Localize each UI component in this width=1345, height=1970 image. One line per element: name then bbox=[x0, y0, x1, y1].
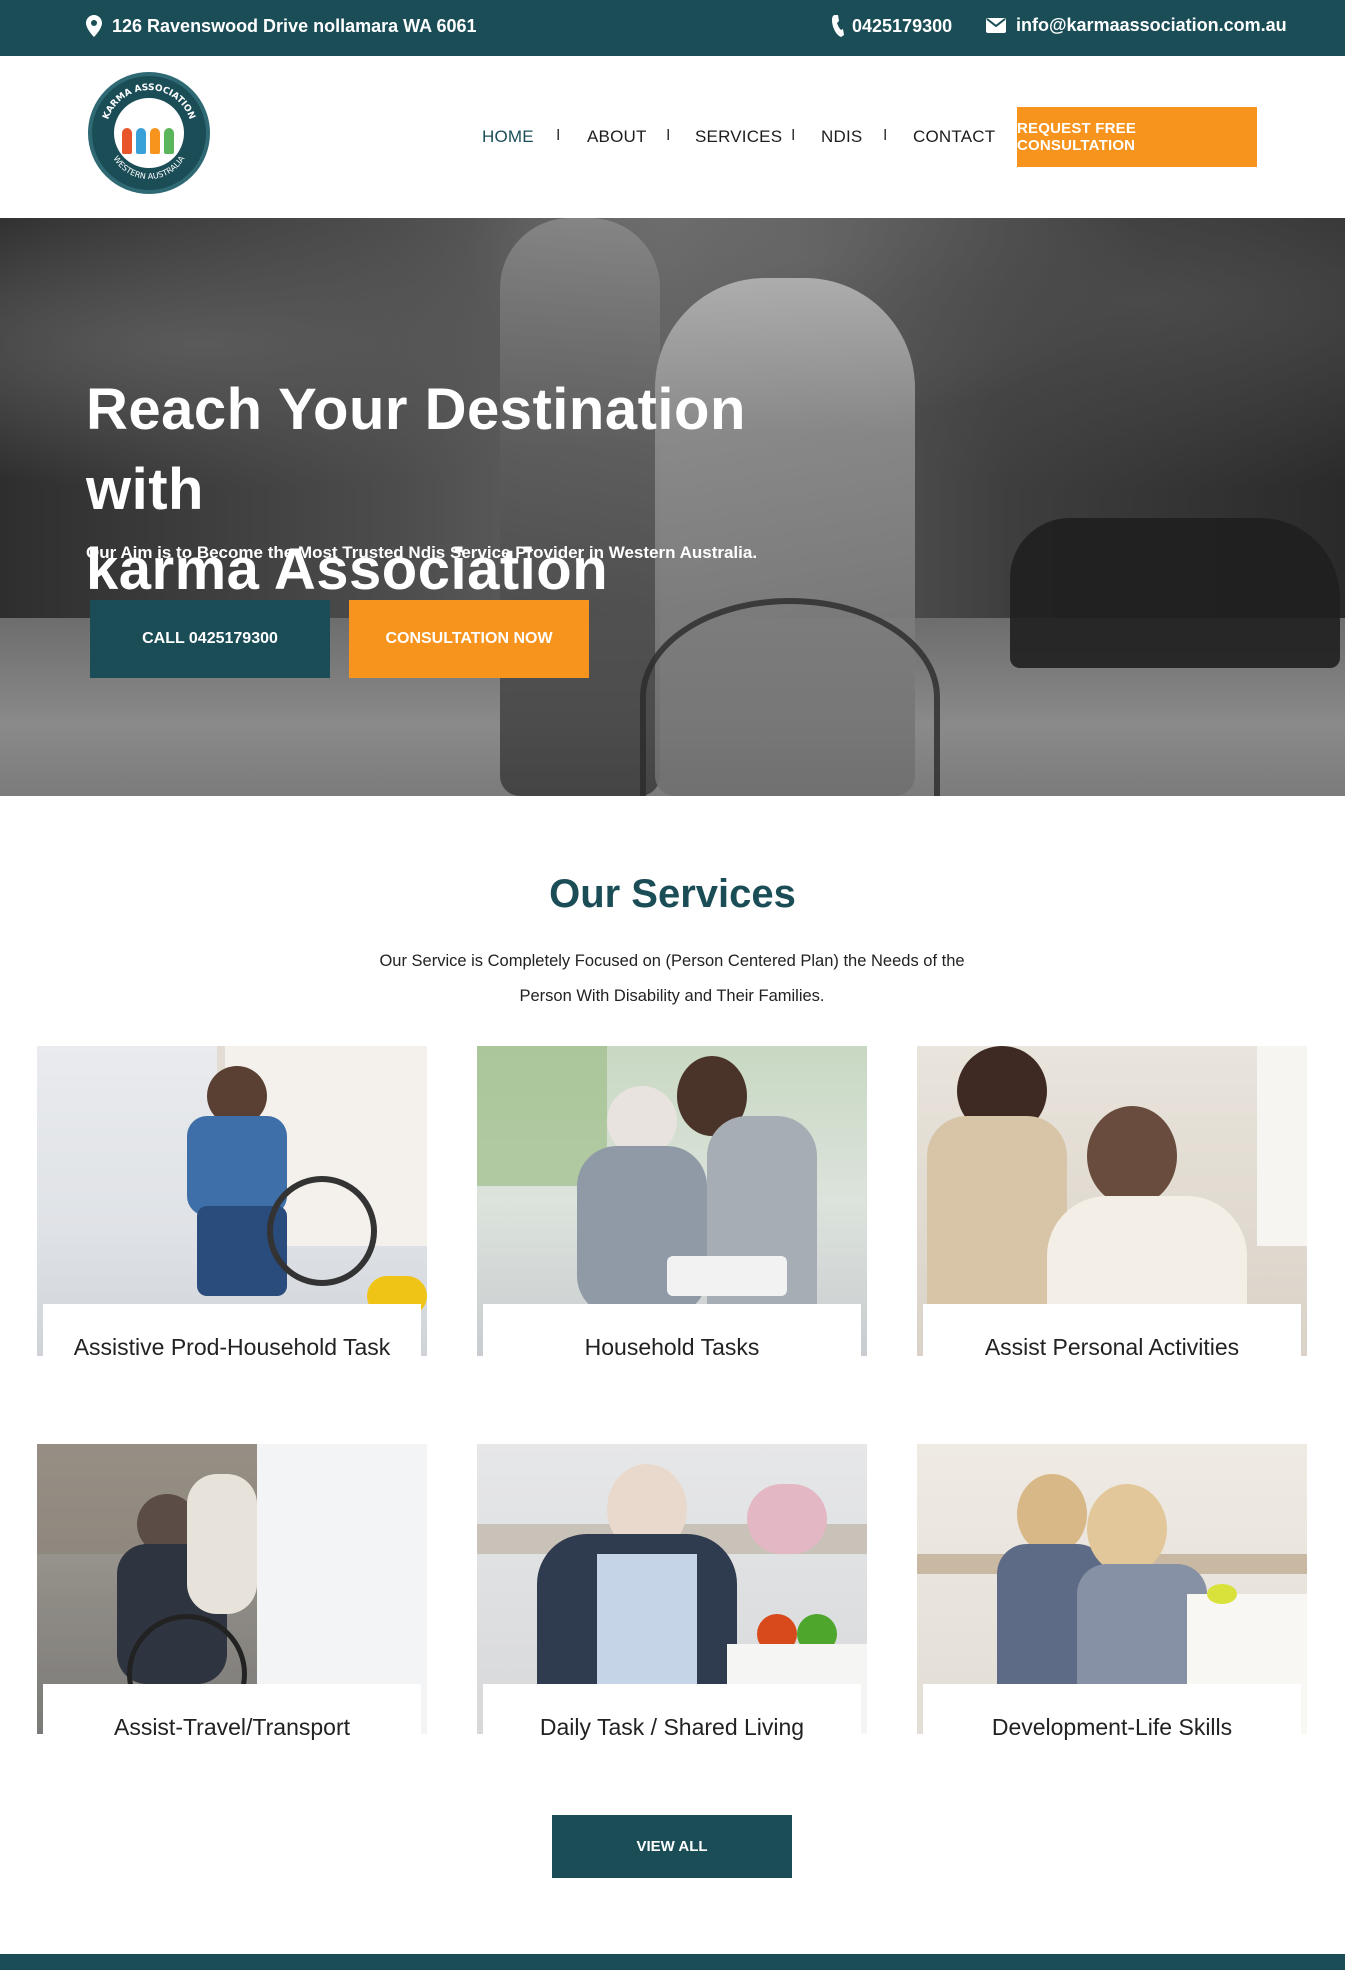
services-description-line1: Our Service is Completely Focused on (Pe… bbox=[379, 952, 965, 970]
hero-subtitle: Our Aim is to Become the Most Trusted Nd… bbox=[86, 543, 758, 562]
hero-title-line1: Reach Your Destination with bbox=[86, 377, 746, 522]
logo-figure bbox=[150, 128, 160, 154]
hero-title-line2: karma Association bbox=[86, 537, 609, 602]
email-text: info@karmaassociation.com.au bbox=[1016, 15, 1287, 35]
hero-car bbox=[1010, 518, 1340, 668]
logo-figures bbox=[114, 98, 184, 168]
nav-separator: I bbox=[883, 127, 888, 144]
top-contact-bar: 126 Ravenswood Drive nollamara WA 6061 0… bbox=[0, 0, 1345, 56]
email-info[interactable]: info@karmaassociation.com.au bbox=[986, 15, 1287, 36]
service-card[interactable]: Daily Task / Shared Living bbox=[477, 1444, 867, 1740]
nav-ndis[interactable]: NDIS bbox=[821, 127, 862, 147]
nav-separator: I bbox=[556, 127, 561, 144]
envelope-icon bbox=[986, 18, 1006, 33]
service-label: Assistive Prod-Household Task bbox=[43, 1304, 421, 1360]
services-description-line2: Person With Disability and Their Familie… bbox=[519, 987, 825, 1005]
site-header: KARMA ASSOCIATION WESTERN AUSTRALIA HOME… bbox=[0, 56, 1345, 218]
logo-figure bbox=[136, 128, 146, 154]
nav-services[interactable]: SERVICES bbox=[695, 127, 782, 147]
request-consultation-button[interactable]: REQUEST FREE CONSULTATION bbox=[1017, 107, 1257, 167]
nav-separator: I bbox=[666, 127, 671, 144]
service-label: Household Tasks bbox=[483, 1304, 861, 1360]
service-card[interactable]: Household Tasks bbox=[477, 1046, 867, 1360]
address-text: 126 Ravenswood Drive nollamara WA 6061 bbox=[112, 15, 477, 36]
location-pin-icon bbox=[86, 15, 102, 37]
phone-icon bbox=[832, 15, 844, 37]
service-label: Assist-Travel/Transport bbox=[43, 1684, 421, 1740]
address-info: 126 Ravenswood Drive nollamara WA 6061 bbox=[86, 15, 477, 37]
service-label: Development-Life Skills bbox=[923, 1684, 1301, 1740]
service-card[interactable]: Development-Life Skills bbox=[917, 1444, 1307, 1740]
nav-home[interactable]: HOME bbox=[482, 127, 534, 147]
phone-text: 0425179300 bbox=[852, 15, 953, 36]
services-heading: Our Services bbox=[549, 872, 796, 916]
nav-contact[interactable]: CONTACT bbox=[913, 127, 995, 147]
service-card[interactable]: Assist Personal Activities bbox=[917, 1046, 1307, 1360]
services-description: Our Service is Completely Focused on (Pe… bbox=[352, 944, 992, 1014]
view-all-button[interactable]: VIEW ALL bbox=[552, 1815, 792, 1878]
nav-about[interactable]: ABOUT bbox=[587, 127, 647, 147]
phone-info[interactable]: 0425179300 bbox=[832, 15, 952, 37]
logo-figure bbox=[164, 128, 174, 154]
service-card[interactable]: Assistive Prod-Household Task bbox=[37, 1046, 427, 1360]
karma-association-logo[interactable]: KARMA ASSOCIATION WESTERN AUSTRALIA bbox=[88, 72, 210, 194]
service-label: Assist Personal Activities bbox=[923, 1304, 1301, 1360]
nav-separator: I bbox=[791, 127, 796, 144]
service-card[interactable]: Assist-Travel/Transport bbox=[37, 1444, 427, 1740]
service-label: Daily Task / Shared Living bbox=[483, 1684, 861, 1740]
consultation-now-button[interactable]: CONSULTATION NOW bbox=[349, 600, 589, 678]
logo-figure bbox=[122, 128, 132, 154]
call-button[interactable]: CALL 0425179300 bbox=[90, 600, 330, 678]
hero-wheelchair bbox=[640, 598, 940, 796]
footer-strip bbox=[0, 1954, 1345, 1970]
hero-title: Reach Your Destination with karma Associ… bbox=[86, 370, 846, 610]
